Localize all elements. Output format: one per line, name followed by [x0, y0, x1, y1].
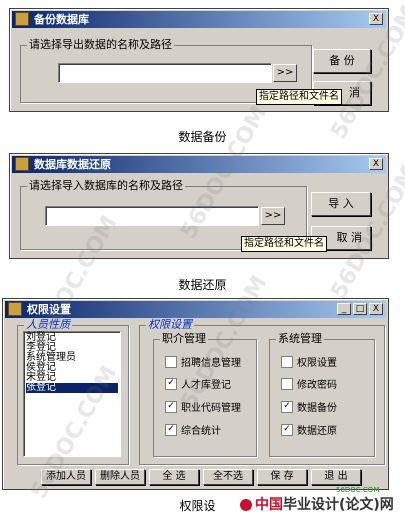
checkbox-job-0[interactable]: 招聘信息管理	[165, 356, 241, 371]
checkbox-box[interactable]	[281, 378, 293, 390]
restore-title: 数据库数据还原	[34, 158, 111, 171]
logo-icon	[240, 499, 252, 511]
permission-dialog: 权限设置 _ □ X 人员性质 刘登记 李登记 系统管理员 侯登记 宋登记 张登…	[2, 298, 389, 490]
restore-caption: 数据还原	[178, 278, 227, 292]
backup-browse-button[interactable]: >>	[273, 64, 297, 82]
app-icon	[15, 12, 29, 26]
check-icon[interactable]: ✓	[281, 401, 293, 413]
check-icon[interactable]: ✓	[281, 424, 293, 436]
checkbox-job-2[interactable]: ✓ 职业代码管理	[165, 401, 241, 416]
personnel-group-label: 人员性质	[24, 318, 72, 332]
logo-prefix: 中国	[255, 497, 283, 513]
close-icon[interactable]: X	[369, 158, 383, 170]
app-icon	[15, 157, 29, 171]
checkbox-job-3[interactable]: ✓ 综合统计	[165, 424, 221, 439]
list-item-selected[interactable]: 张登记	[26, 383, 118, 393]
backup-path-input[interactable]	[58, 63, 272, 83]
permission-titlebar[interactable]: 权限设置 _ □ X	[5, 301, 386, 318]
check-icon[interactable]: ✓	[165, 378, 177, 390]
check-icon[interactable]: ✓	[165, 424, 177, 436]
footer-url: 56DOC.COM	[336, 486, 380, 494]
select-all-button[interactable]: 全 选	[149, 469, 199, 485]
backup-titlebar[interactable]: 备份数据库 X	[12, 11, 386, 28]
backup-tooltip: 指定路径和文件名	[256, 89, 342, 105]
personnel-list[interactable]: 刘登记 李登记 系统管理员 侯登记 宋登记 张登记	[23, 331, 121, 457]
select-none-button[interactable]: 全不选	[203, 469, 253, 485]
save-button[interactable]: 保 存	[257, 469, 307, 485]
restore-path-input[interactable]	[45, 206, 259, 226]
job-group-label: 职介管理	[160, 332, 208, 346]
checkbox-system-0[interactable]: 权限设置	[281, 356, 337, 371]
close-icon[interactable]: X	[369, 13, 383, 25]
checkbox-job-1[interactable]: ✓ 人才库登记	[165, 378, 231, 393]
exit-button[interactable]: 退 出	[311, 469, 361, 485]
backup-dialog: 备份数据库 X 请选择导出数据的名称及路径 >> 备 份 消 指定路径和文件名	[9, 8, 389, 112]
add-user-button[interactable]: 添加人员	[41, 469, 91, 485]
permission-title: 权限设置	[27, 303, 71, 316]
maximize-icon[interactable]: □	[353, 303, 367, 315]
restore-group-label: 请选择导入数据库的名称及路径	[27, 179, 185, 193]
footer-logo: 中国毕业设计(论文)网	[240, 494, 394, 514]
close-icon[interactable]: X	[369, 303, 383, 315]
system-group-label: 系统管理	[276, 332, 324, 346]
backup-title: 备份数据库	[34, 13, 89, 26]
backup-button[interactable]: 备 份	[313, 49, 371, 73]
logo-main: 毕业设计(论文)网	[283, 497, 394, 513]
checkbox-system-3[interactable]: ✓ 数据还原	[281, 424, 337, 439]
app-icon	[8, 302, 22, 316]
import-button[interactable]: 导 入	[311, 192, 371, 216]
checkbox-system-2[interactable]: ✓ 数据备份	[281, 401, 337, 416]
checkbox-system-1[interactable]: 修改密码	[281, 378, 337, 393]
backup-group-label: 请选择导出数据的名称及路径	[27, 38, 174, 52]
permission-group-label: 权限设置	[146, 318, 194, 332]
delete-user-button[interactable]: 删除人员	[95, 469, 145, 485]
restore-tooltip: 指定路径和文件名	[241, 236, 327, 252]
check-icon[interactable]: ✓	[165, 401, 177, 413]
checkbox-box[interactable]	[165, 356, 177, 368]
restore-browse-button[interactable]: >>	[261, 207, 285, 225]
restore-dialog: 数据库数据还原 X 请选择导入数据库的名称及路径 >> 导 入 取 消 指定路径…	[9, 153, 389, 259]
minimize-icon[interactable]: _	[337, 303, 351, 315]
backup-caption: 数据备份	[178, 130, 227, 144]
restore-titlebar[interactable]: 数据库数据还原 X	[12, 156, 386, 173]
checkbox-box[interactable]	[281, 356, 293, 368]
